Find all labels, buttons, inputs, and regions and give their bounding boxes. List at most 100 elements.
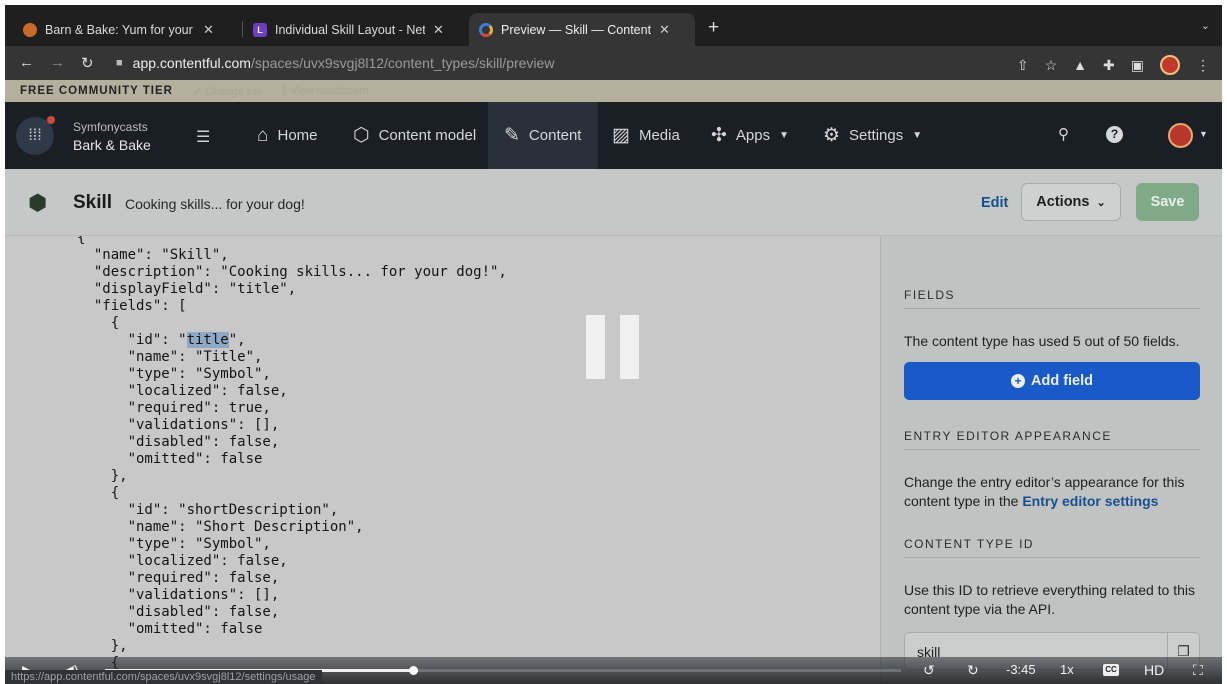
image-icon: ▨ <box>612 125 630 146</box>
new-tab-icon[interactable]: + <box>708 17 719 39</box>
close-tab-icon[interactable]: ✕ <box>659 22 670 38</box>
space-name: Bark & Bake <box>73 137 151 153</box>
cube-icon: ⬡ <box>353 125 370 146</box>
app-navbar: ⁞⁞⁞ Symfonycasts Bark & Bake ☰ ⌂ Home ⬡ … <box>5 102 1222 169</box>
tab-title: Preview — Skill — Content Mod <box>501 22 651 37</box>
actions-dropdown[interactable]: Actions ⌄ <box>1021 183 1121 221</box>
nav-item-media[interactable]: ▨ Media <box>596 102 696 169</box>
nav-item-settings[interactable]: ⚙ Settings ▼ <box>807 102 938 169</box>
text-selection: title <box>186 332 229 348</box>
content-type-id-text: Use this ID to retrieve everything relat… <box>904 582 1196 617</box>
time-remaining: -3:45 <box>1006 662 1036 677</box>
add-field-button[interactable]: + Add field <box>904 362 1200 400</box>
flame-extension-icon[interactable]: ▲ <box>1073 57 1087 73</box>
close-tab-icon[interactable]: ✕ <box>433 22 444 38</box>
puzzle-extension-icon[interactable]: ✚ <box>1103 57 1115 74</box>
hamburger-icon[interactable]: ☰ <box>196 127 210 147</box>
appearance-text: Change the entry editor’s appearance for… <box>904 473 1204 511</box>
search-icon[interactable]: ⚲ <box>1058 125 1069 143</box>
tab-title: Barn & Bake: Yum for your Pup <box>45 22 195 37</box>
plus-circle-icon: + <box>1010 374 1025 388</box>
nav-item-content[interactable]: ✎ Content <box>488 102 598 169</box>
nav-label: Settings <box>849 127 904 144</box>
quality-selector[interactable]: HD <box>1144 662 1164 678</box>
change-tier-link[interactable]: ✓ Change tier <box>193 85 262 98</box>
forward-10-icon[interactable]: ↻ <box>967 662 979 679</box>
screen: Barn & Bake: Yum for your Pup ✕ L Indivi… <box>5 5 1222 684</box>
chevron-down-icon: ⌄ <box>1096 196 1106 209</box>
caret-down-icon: ▼ <box>779 130 790 141</box>
seek-handle[interactable] <box>409 666 419 675</box>
notification-dot <box>47 116 55 124</box>
address-bar[interactable]: ■ app.contentful.com/spaces/uvx9svgj8l12… <box>108 50 1058 76</box>
browser-actions: ⇧ ☆ ▲ ✚ ▣ ⋮ <box>1017 55 1210 75</box>
browser-tab-barn-bake[interactable]: Barn & Bake: Yum for your Pup ✕ <box>13 13 241 46</box>
tab-title: Individual Skill Layout - Netgen <box>275 22 425 37</box>
more-vertical-icon[interactable]: ⋮ <box>1196 57 1210 74</box>
tier-label: FREE COMMUNITY TIER <box>20 85 173 97</box>
nav-label: Home <box>277 127 318 144</box>
browser-toolbar: ← → ↻ ■ app.contentful.com/spaces/uvx9sv… <box>5 46 1222 80</box>
space-switcher[interactable]: Symfonycasts Bark & Bake <box>73 118 151 154</box>
profile-avatar[interactable] <box>1160 55 1180 75</box>
caret-down-icon: ▼ <box>912 130 923 141</box>
edit-link[interactable]: Edit <box>981 195 1008 211</box>
content-type-header: ⬢ Skill Cooking skills... for your dog! … <box>5 169 1222 236</box>
nav-label: Content <box>528 127 582 144</box>
content-type-sidebar: FIELDS The content type has used 5 out o… <box>880 236 1222 684</box>
puzzle-icon: ✣ <box>711 125 727 146</box>
tier-banner: FREE COMMUNITY TIER ✓ Change tier ⫼ View… <box>5 80 1222 102</box>
nav-item-content-model[interactable]: ⬡ Content model <box>337 102 492 169</box>
nav-item-home[interactable]: ⌂ Home <box>241 102 334 169</box>
back-icon[interactable]: ← <box>19 54 34 71</box>
caret-down-icon[interactable]: ▼ <box>1199 129 1208 139</box>
org-name: Symfonycasts <box>73 120 148 134</box>
status-bar-url: https://app.contentful.com/spaces/uvx9sv… <box>5 670 322 684</box>
reload-icon[interactable]: ↻ <box>81 54 94 72</box>
contentful-logo-icon <box>479 22 493 37</box>
star-icon[interactable]: ☆ <box>1045 57 1058 74</box>
captions-icon[interactable]: CC <box>1103 664 1119 676</box>
actions-label: Actions <box>1036 194 1090 210</box>
grid-icon: ⁞⁞⁞ <box>28 127 42 144</box>
view-dashboard-link[interactable]: ⫼ View dashboard <box>282 85 369 98</box>
nav-label: Content model <box>378 127 477 144</box>
share-icon[interactable]: ⇧ <box>1017 57 1029 74</box>
nav-label: Apps <box>735 127 771 144</box>
content-type-icon: ⬢ <box>28 190 48 215</box>
url-host: app.contentful.com <box>132 55 251 71</box>
browser-tab-netgen[interactable]: L Individual Skill Layout - Netgen ✕ <box>243 13 465 46</box>
content-type-name: Skill <box>73 192 113 213</box>
fields-heading: FIELDS <box>904 288 1200 309</box>
lock-icon: ■ <box>116 57 123 69</box>
browser-tab-bar: Barn & Bake: Yum for your Pup ✕ L Indivi… <box>5 5 1222 46</box>
user-avatar[interactable] <box>1168 123 1193 148</box>
edit-icon: ✎ <box>504 125 520 146</box>
playback-speed[interactable]: 1x <box>1060 662 1074 677</box>
json-preview[interactable]: { "name": "Skill", "description": "Cooki… <box>5 236 880 684</box>
layouts-logo-icon: L <box>253 22 267 37</box>
entry-editor-settings-link[interactable]: Entry editor settings <box>1022 493 1158 509</box>
appearance-heading: ENTRY EDITOR APPEARANCE <box>904 429 1200 450</box>
content-type-id-heading: CONTENT TYPE ID <box>904 537 1200 558</box>
add-field-label: Add field <box>1030 373 1094 389</box>
chevron-down-icon[interactable]: ⌄ <box>1201 19 1210 32</box>
help-icon[interactable]: ? <box>1106 126 1123 143</box>
forward-icon[interactable]: → <box>50 54 65 71</box>
sidebar-toggle-icon[interactable]: ▣ <box>1131 57 1144 74</box>
fullscreen-icon[interactable]: ⛶ <box>1193 662 1203 679</box>
save-button[interactable]: Save <box>1136 183 1199 221</box>
fields-usage-text: The content type has used 5 out of 50 fi… <box>904 333 1180 349</box>
rewind-10-icon[interactable]: ↺ <box>923 662 935 679</box>
home-icon: ⌂ <box>257 124 269 146</box>
browser-tab-preview[interactable]: Preview — Skill — Content Mod ✕ <box>469 13 695 46</box>
gear-icon: ⚙ <box>823 125 841 146</box>
json-code: { "name": "Skill", "description": "Cooki… <box>77 236 507 671</box>
url-path: /spaces/uvx9svgj8l12/content_types/skill… <box>250 55 555 71</box>
nav-item-apps[interactable]: ✣ Apps ▼ <box>695 102 805 169</box>
content-type-description: Cooking skills... for your dog! <box>125 196 305 212</box>
pause-overlay-icon[interactable] <box>586 315 642 379</box>
nav-label: Media <box>638 127 680 144</box>
close-tab-icon[interactable]: ✕ <box>203 22 214 38</box>
bowl-icon <box>23 22 37 37</box>
